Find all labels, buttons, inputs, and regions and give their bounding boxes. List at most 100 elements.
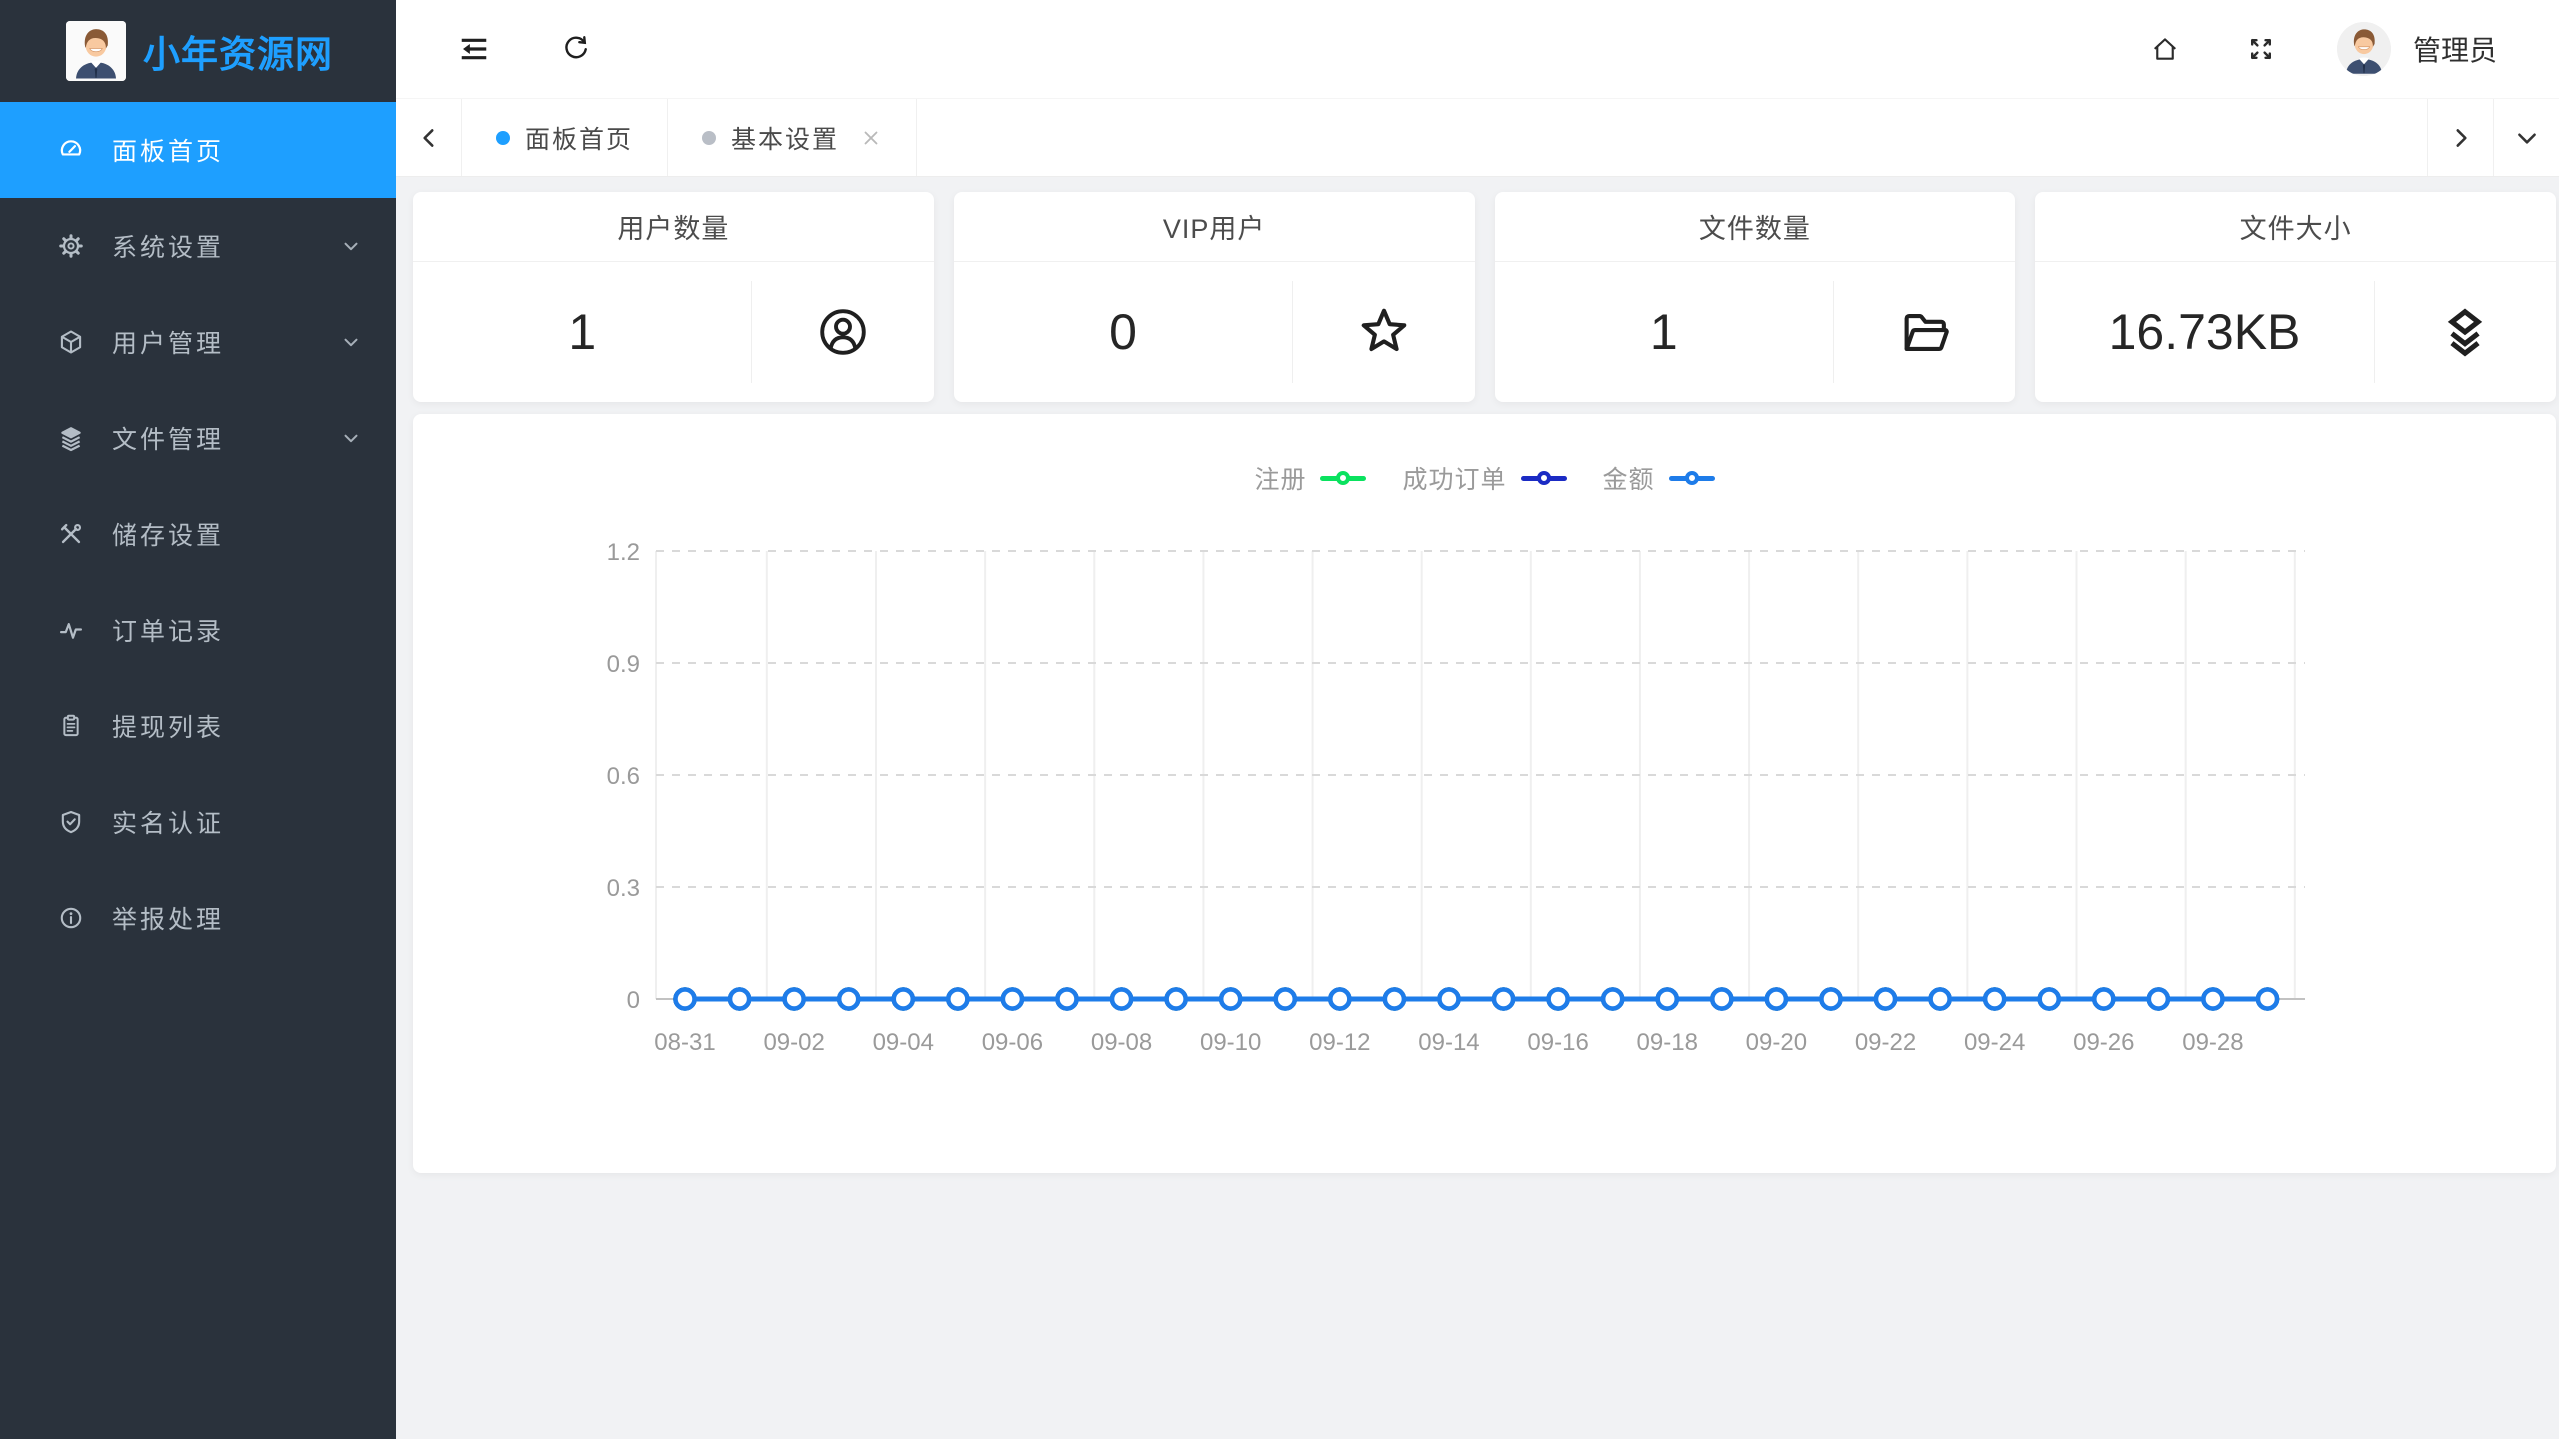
- svg-text:08-31: 08-31: [654, 1029, 715, 1056]
- sidebar-item-label: 用户管理: [112, 324, 224, 360]
- fullscreen-icon[interactable]: [2241, 29, 2281, 69]
- shield-check-icon: [56, 807, 86, 837]
- tab-active-dot: [496, 131, 510, 145]
- tab-inactive-dot: [702, 131, 716, 145]
- sidebar: 小年资源网 面板首页 系统设置: [0, 0, 396, 1439]
- header-right-actions: 管理员: [2145, 22, 2559, 76]
- chevron-down-icon: [340, 427, 362, 449]
- logo-avatar-image: [66, 21, 126, 81]
- sidebar-item-dashboard[interactable]: 面板首页: [0, 102, 396, 198]
- legend-marker: [1669, 476, 1715, 481]
- stat-card-value: 0: [954, 303, 1292, 361]
- chevron-down-icon: [340, 235, 362, 257]
- svg-text:09-22: 09-22: [1855, 1029, 1916, 1056]
- tools-icon: [56, 519, 86, 549]
- sidebar-item-withdrawal-list[interactable]: 提现列表: [0, 678, 396, 774]
- chart-legend: 注册 成功订单 金额: [413, 460, 2556, 496]
- sidebar-item-label: 储存设置: [112, 516, 224, 552]
- app-logo[interactable]: 小年资源网: [0, 0, 396, 102]
- stat-card-vip-users: VIP用户 0: [954, 192, 1475, 402]
- refresh-icon[interactable]: [556, 29, 596, 69]
- stat-card-title: 用户数量: [413, 192, 934, 262]
- star-icon: [1293, 303, 1474, 361]
- svg-text:09-28: 09-28: [2182, 1029, 2243, 1056]
- svg-text:0.9: 0.9: [607, 651, 640, 678]
- chart-panel: 注册成功订单金额 00.30.60.91.208-3109-0209-0409-…: [413, 414, 2556, 1173]
- sidebar-item-file-management[interactable]: 文件管理: [0, 390, 396, 486]
- legend-label: 金额: [1603, 460, 1655, 496]
- svg-text:09-02: 09-02: [763, 1029, 824, 1056]
- stack-icon: [2375, 303, 2556, 361]
- tab-basic-settings[interactable]: 基本设置: [668, 99, 917, 176]
- svg-text:09-04: 09-04: [873, 1029, 934, 1056]
- svg-text:0.6: 0.6: [607, 763, 640, 790]
- svg-text:09-08: 09-08: [1091, 1029, 1152, 1056]
- home-icon[interactable]: [2145, 29, 2185, 69]
- legend-label: 注册: [1254, 460, 1306, 496]
- tabs-scroll-right-button[interactable]: [2427, 99, 2493, 176]
- svg-text:09-16: 09-16: [1527, 1029, 1588, 1056]
- legend-marker: [1521, 476, 1567, 481]
- folder-open-icon: [1834, 303, 2015, 361]
- stat-card-title: VIP用户: [954, 192, 1475, 262]
- cube-icon: [56, 327, 86, 357]
- sidebar-item-order-records[interactable]: 订单记录: [0, 582, 396, 678]
- stat-card-title: 文件数量: [1495, 192, 2016, 262]
- svg-text:09-26: 09-26: [2073, 1029, 2134, 1056]
- tab-label: 面板首页: [525, 120, 633, 156]
- sidebar-item-label: 举报处理: [112, 900, 224, 936]
- sidebar-item-label: 面板首页: [112, 132, 224, 168]
- sidebar-menu: 面板首页 系统设置: [0, 102, 396, 966]
- app-title: 小年资源网: [143, 24, 333, 78]
- gear-icon: [56, 231, 86, 261]
- legend-item[interactable]: 注册: [1254, 460, 1366, 496]
- stat-cards-row: 用户数量 1 VIP用户 0 文件数量: [413, 192, 2556, 402]
- stat-card-value: 16.73KB: [2035, 303, 2373, 361]
- sidebar-item-label: 提现列表: [112, 708, 224, 744]
- svg-text:09-12: 09-12: [1309, 1029, 1370, 1056]
- svg-text:09-06: 09-06: [982, 1029, 1043, 1056]
- legend-item[interactable]: 成功订单: [1402, 460, 1566, 496]
- legend-item[interactable]: 金额: [1603, 460, 1715, 496]
- sidebar-item-report-handling[interactable]: 举报处理: [0, 870, 396, 966]
- stat-card-file-size: 文件大小 16.73KB: [2035, 192, 2556, 402]
- tabs-scroll-left-button[interactable]: [396, 99, 462, 176]
- stat-card-body: 0: [954, 262, 1475, 402]
- sidebar-item-label: 实名认证: [112, 804, 224, 840]
- sidebar-item-user-management[interactable]: 用户管理: [0, 294, 396, 390]
- user-menu[interactable]: 管理员: [2337, 22, 2497, 76]
- sidebar-item-label: 订单记录: [112, 612, 224, 648]
- pulse-icon: [56, 615, 86, 645]
- info-circle-icon: [56, 903, 86, 933]
- tabs-menu-dropdown-button[interactable]: [2493, 99, 2559, 176]
- legend-marker: [1320, 476, 1366, 481]
- tab-dashboard[interactable]: 面板首页: [462, 99, 668, 176]
- chevron-down-icon: [340, 331, 362, 353]
- layers-icon: [56, 423, 86, 453]
- svg-text:09-24: 09-24: [1964, 1029, 2025, 1056]
- sidebar-item-real-name-verification[interactable]: 实名认证: [0, 774, 396, 870]
- collapse-menu-icon[interactable]: [454, 29, 494, 69]
- tabbar-spacer: [917, 99, 2427, 176]
- tab-label: 基本设置: [731, 120, 839, 156]
- sidebar-item-system-settings[interactable]: 系统设置: [0, 198, 396, 294]
- close-icon[interactable]: [860, 127, 882, 149]
- clipboard-icon: [56, 711, 86, 741]
- stat-card-body: 16.73KB: [2035, 262, 2556, 402]
- stat-card-files: 文件数量 1: [1495, 192, 2016, 402]
- svg-text:0.3: 0.3: [607, 875, 640, 902]
- legend-label: 成功订单: [1402, 460, 1506, 496]
- svg-text:09-10: 09-10: [1200, 1029, 1261, 1056]
- sidebar-item-label: 文件管理: [112, 420, 224, 456]
- user-circle-icon: [752, 303, 933, 361]
- user-name: 管理员: [2413, 29, 2497, 69]
- header-left-actions: [396, 29, 596, 69]
- stat-card-body: 1: [1495, 262, 2016, 402]
- stat-card-value: 1: [1495, 303, 1833, 361]
- stat-card-title: 文件大小: [2035, 192, 2556, 262]
- tab-bar: 面板首页 基本设置: [396, 99, 2559, 177]
- sidebar-item-storage-settings[interactable]: 储存设置: [0, 486, 396, 582]
- stat-card-body: 1: [413, 262, 934, 402]
- dashboard-icon: [56, 135, 86, 165]
- sidebar-item-label: 系统设置: [112, 228, 224, 264]
